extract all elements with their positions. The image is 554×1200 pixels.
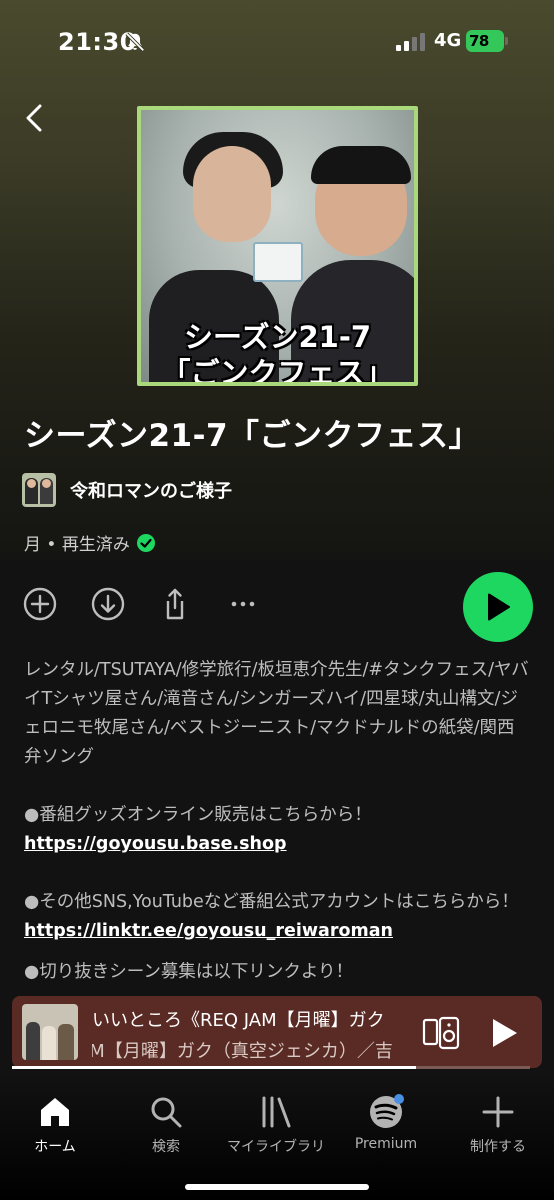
library-icon: [262, 1096, 291, 1128]
network-type: 4G: [434, 30, 462, 51]
description-topics: レンタル/TSUTAYA/修学旅行/板垣恵介先生/#タンクフェス/ヤバイTシャツ…: [24, 660, 529, 767]
bottom-tab-bar: ホーム 検索 マイライブラリ Premium 制作する: [0, 1072, 554, 1200]
spotify-icon: [370, 1094, 404, 1128]
tab-library-label: マイライブラリ: [227, 1139, 325, 1155]
back-button[interactable]: [18, 98, 52, 138]
tab-home-label: ホーム: [34, 1139, 76, 1155]
notification-dot: [394, 1094, 404, 1104]
mini-player-text: いいところ《REQ JAM【月曜】ガク JAM【月曜】ガク（真空ジェシカ）／吉: [92, 1006, 392, 1062]
home-icon: [41, 1098, 69, 1126]
bell-muted-icon: [125, 32, 145, 52]
sns-link[interactable]: https://linktr.ee/goyousu_reiwaroman: [24, 917, 530, 946]
plus-icon: [482, 1096, 514, 1128]
status-bar: 21:30 4G 78: [0, 0, 554, 80]
play-button[interactable]: [463, 572, 533, 642]
add-circle-icon[interactable]: [22, 586, 58, 622]
play-icon: [488, 593, 510, 621]
clip-text: ●切り抜きシーン募集は以下リンクより！: [24, 962, 354, 982]
cover-hair-right: [311, 146, 411, 184]
mini-player-artwork: [22, 1004, 78, 1060]
battery-percent: 78: [469, 32, 489, 50]
episode-title: シーズン21-7「ごンクフェス」: [24, 418, 481, 454]
cover-face-left: [193, 146, 271, 242]
tab-create[interactable]: 制作する: [448, 1094, 548, 1156]
episode-meta: 月 • 再生済み: [24, 530, 156, 555]
mini-player-title: いいところ《REQ JAM【月曜】ガク: [92, 1010, 385, 1031]
tab-home[interactable]: ホーム: [5, 1094, 105, 1156]
show-thumbnail: [22, 473, 56, 507]
show-link[interactable]: 令和ロマンのご様子: [22, 473, 232, 507]
sns-text: ●その他SNS,YouTubeなど番組公式アカウントはこちらから！: [24, 892, 519, 912]
cover-title-line2: 「ごンクフェス」: [161, 356, 394, 386]
mini-player-progress: [12, 1066, 530, 1069]
show-name: 令和ロマンのご様子: [70, 481, 232, 502]
signal-icon: [396, 33, 425, 51]
goods-link[interactable]: https://goyousu.base.shop: [24, 830, 530, 859]
tab-library[interactable]: マイライブラリ: [226, 1094, 326, 1156]
more-options-icon[interactable]: [225, 586, 261, 622]
search-icon: [151, 1097, 182, 1128]
played-check-icon: [136, 533, 155, 552]
mini-player-progress-fill: [12, 1066, 417, 1069]
download-icon[interactable]: [90, 586, 126, 622]
mini-player[interactable]: いいところ《REQ JAM【月曜】ガク JAM【月曜】ガク（真空ジェシカ）／吉: [12, 996, 542, 1068]
goods-text: ●番組グッズオンライン販売はこちらから！: [24, 805, 372, 825]
tab-premium[interactable]: Premium: [336, 1094, 436, 1152]
episode-cover-art: シーズン21-7 「ごンクフェス」: [137, 106, 418, 386]
episode-description: レンタル/TSUTAYA/修学旅行/板垣恵介先生/#タンクフェス/ヤバイTシャツ…: [24, 656, 530, 975]
share-icon[interactable]: [157, 586, 193, 622]
connect-device-icon[interactable]: [422, 1016, 460, 1050]
mini-player-subtitle: JAM【月曜】ガク（真空ジェシカ）／吉: [92, 1041, 392, 1062]
tab-premium-label: Premium: [354, 1136, 418, 1152]
tab-search[interactable]: 検索: [116, 1094, 216, 1156]
episode-meta-text: 月 • 再生済み: [24, 535, 130, 555]
battery-icon: 78: [466, 30, 508, 52]
home-indicator: [185, 1184, 369, 1190]
mini-play-icon[interactable]: [486, 1016, 520, 1050]
cover-calendar: [253, 242, 303, 282]
tab-search-label: 検索: [152, 1139, 180, 1155]
tab-create-label: 制作する: [470, 1139, 526, 1155]
